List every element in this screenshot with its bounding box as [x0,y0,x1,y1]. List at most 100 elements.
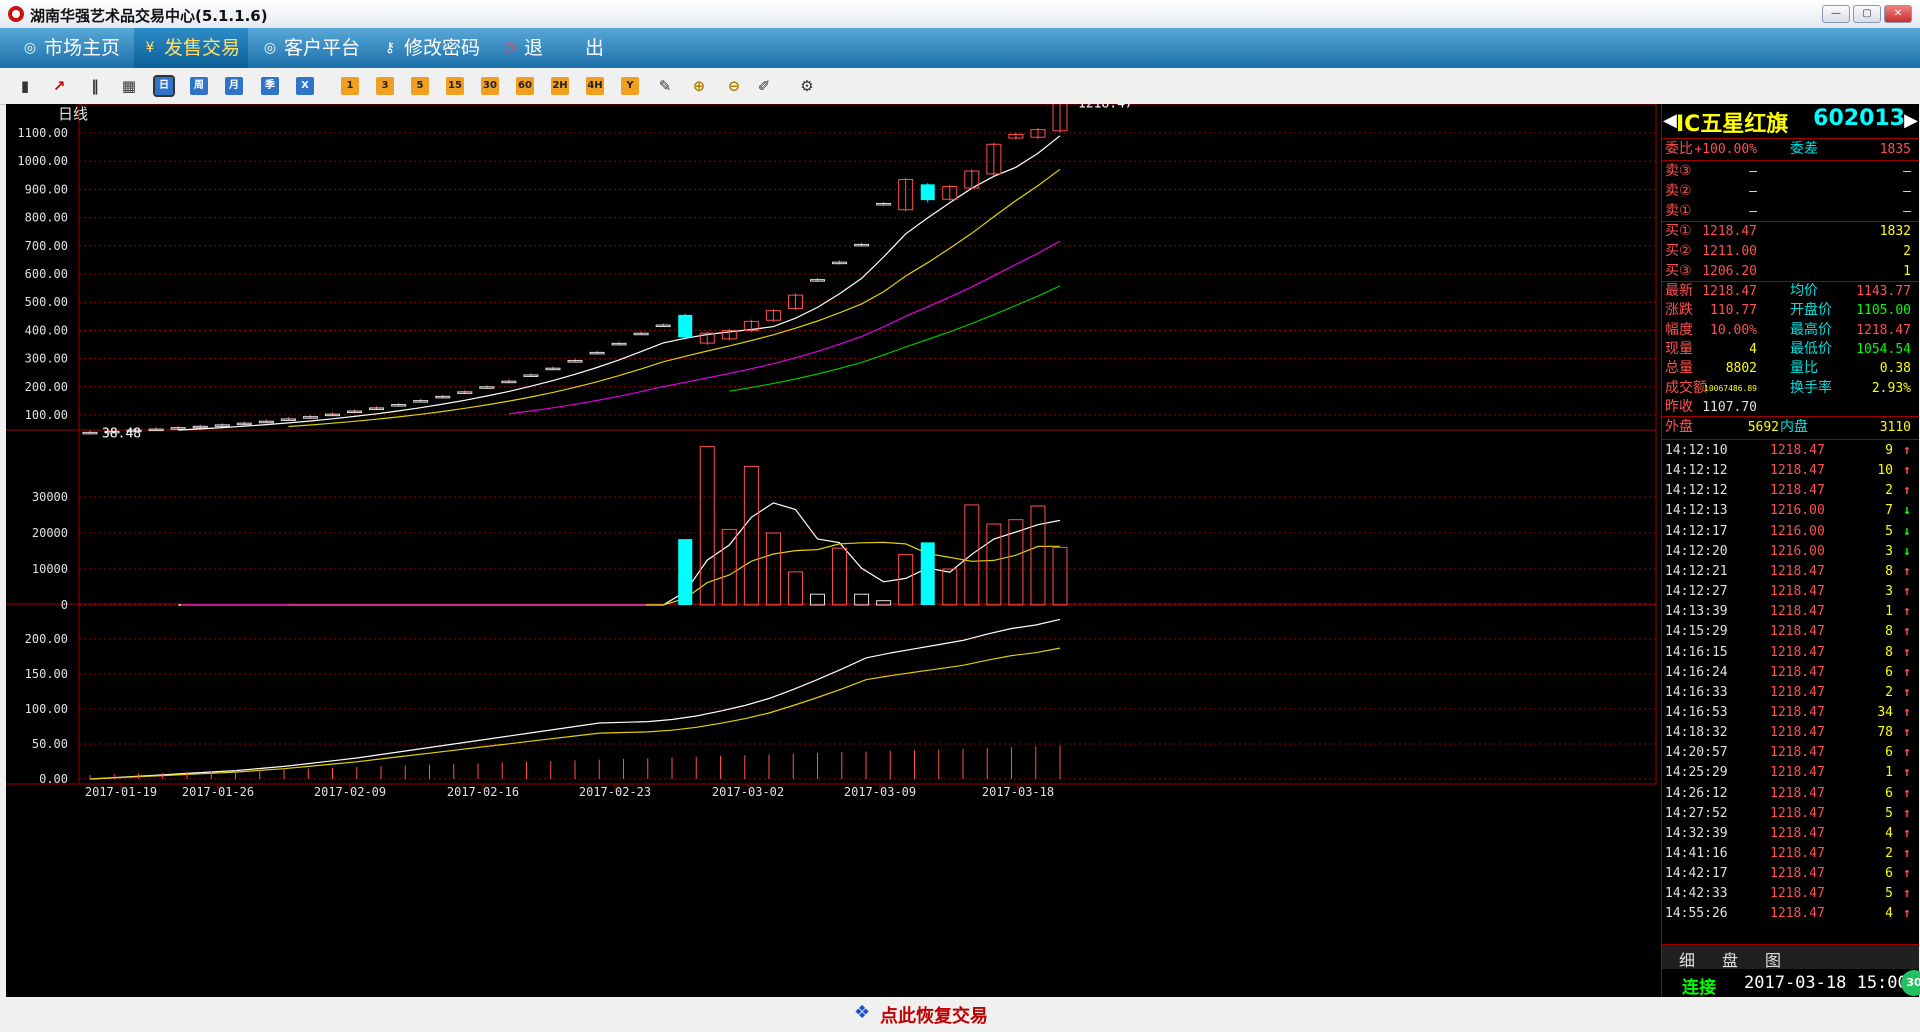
volume-bar-up [787,571,803,606]
year-button[interactable]: Y [621,77,639,95]
ma5-line [178,135,1061,431]
tick-row: 14:12:12 1218.47 10 ↑ [1662,461,1919,481]
tick-volume: 2 [1885,846,1893,861]
kline-chart[interactable]: 日线 1100.00 1000.00 900.00 800.00 700.00 600.0… [6,104,1661,997]
tick-direction-icon: ↓ [1903,523,1911,539]
gear-icon[interactable]: ⚙ [798,77,816,95]
minimize-button[interactable]: — [1822,5,1850,23]
tick-direction-icon: ↑ [1903,563,1911,579]
tick-direction-icon: ↓ [1903,543,1911,559]
minute-60-button[interactable]: 60 [516,77,534,95]
stat-label-2: 换手率 [1790,379,1832,396]
maximize-button[interactable]: ▢ [1853,5,1881,23]
menu-client-platform[interactable]: ◎ 客户平台 [254,28,368,68]
menu-issue-trade[interactable]: ¥ 发售交易 [134,28,249,68]
minute-3-button[interactable]: 3 [376,77,394,95]
stat-row: 昨收 1107.70 [1662,398,1919,417]
volume-bar-up [743,465,759,606]
close-button[interactable]: ✕ [1884,5,1912,23]
stat-value: 110.77 [1710,303,1757,319]
period-day-button[interactable]: 日 [153,75,175,97]
period-week-button[interactable]: 周 [190,77,208,95]
hour-4-button[interactable]: 4H [586,77,604,95]
line-chart-icon[interactable]: ↗ [50,77,68,95]
minute-5-button[interactable]: 5 [411,77,429,95]
buy-level-label: 买③ [1665,263,1692,279]
stat-value-2: 1143.77 [1856,284,1911,299]
candle-chart-icon[interactable]: ‖ [86,77,104,95]
refresh-badge[interactable]: 30 [1901,970,1920,996]
hour-2-button[interactable]: 2H [551,77,569,95]
tick-price: 1218.47 [1770,785,1825,801]
tick-direction-icon: ↑ [1903,906,1911,922]
price-tick-label: 1100.00 [17,126,68,140]
tick-volume: 5 [1885,805,1893,821]
tab-detail[interactable]: 细 [1672,947,1702,971]
app-logo-icon [8,6,24,22]
volume-bar-up [832,547,848,606]
tick-time: 14:27:52 [1665,805,1728,821]
tab-chart[interactable]: 图 [1758,947,1788,971]
calendar-icon[interactable]: ▦ [120,77,138,95]
tick-volume: 9 [1885,443,1893,458]
tick-row: 14:12:20 1216.00 3 ↓ [1662,542,1919,562]
sell-level-price: — [1749,204,1757,219]
sell-level-label: 卖① [1665,203,1692,219]
tick-volume: 1 [1885,765,1893,781]
menu-exit[interactable]: ⏻ 退 [494,28,551,68]
stat-label-2: 开盘价 [1790,302,1832,319]
webi-row: 委比 +100.00% 委差 1835 [1665,141,1911,157]
tick-row: 14:20:57 1218.47 6 ↑ [1662,743,1919,763]
tick-price: 1218.47 [1770,563,1825,579]
volume-bar-up [1030,505,1046,606]
tick-direction-icon: ↑ [1903,765,1911,781]
tick-row: 14:25:29 1218.47 1 ↑ [1662,763,1919,783]
zoom-out-icon[interactable]: ⊖ [725,77,743,95]
tick-row: 14:12:27 1218.47 3 ↑ [1662,582,1919,602]
tick-price: 1218.47 [1770,866,1825,882]
tick-price: 1218.47 [1770,664,1825,680]
stat-value: 4 [1749,341,1757,357]
tick-direction-icon: ↑ [1903,704,1911,720]
menu-change-password[interactable]: ⚷ 修改密码 [374,28,488,68]
edit-icon[interactable]: ✎ [656,77,674,95]
candle-body-down [920,184,935,201]
tick-volume: 4 [1885,825,1893,841]
period-month-button[interactable]: 月 [225,77,243,95]
minute-1-button[interactable]: 1 [341,77,359,95]
price-tick-label: 900.00 [25,182,68,196]
period-x-button[interactable]: X [296,77,314,95]
menu-market-home[interactable]: ◎ 市场主页 [14,28,128,68]
security-name: IC五星红旗 [1676,112,1789,137]
tick-direction-icon: ↑ [1903,846,1911,861]
stat-label-2: 量比 [1790,360,1818,377]
zoom-in-icon[interactable]: ⊕ [690,77,708,95]
tick-volume: 8 [1885,563,1893,579]
stat-row: 涨跌 110.77 开盘价 1105.00 [1662,301,1919,320]
period-quarter-button[interactable]: 季 [261,77,279,95]
stat-value: 1218.47 [1702,284,1757,299]
stat-row: 幅度 10.00% 最高价 1218.47 [1662,321,1919,340]
tab-book[interactable]: 盘 [1715,947,1745,971]
bar-chart-icon[interactable]: ▮ [16,77,34,95]
tick-price: 1218.47 [1770,886,1825,902]
menu-exit-2[interactable]: 出 [555,28,612,68]
tick-time: 14:13:39 [1665,604,1728,620]
tick-time: 14:12:13 [1665,503,1728,519]
stat-label: 成交额 [1665,379,1707,396]
tick-direction-icon: ↑ [1903,604,1911,620]
tick-volume: 3 [1885,584,1893,600]
volume-bar-up [854,593,870,606]
prev-arrow-icon[interactable]: ◀ [1663,110,1677,131]
sell-level-price: — [1749,164,1757,179]
minute-15-button[interactable]: 15 [446,77,464,95]
next-arrow-icon[interactable]: ▶ [1904,110,1918,131]
draw-icon[interactable]: ✐ [755,77,773,95]
tick-volume: 6 [1885,664,1893,680]
restore-trade-link[interactable]: ❖ 点此恢复交易 [854,1002,988,1028]
minute-30-button[interactable]: 30 [481,77,499,95]
ma10-line [288,168,1061,428]
status-line: 连接 2017-03-18 15:00 30 [1662,970,1920,998]
main-area: 日线 1100.00 1000.00 900.00 800.00 700.00 600.0… [6,104,1920,998]
price-tick-label: 600.00 [25,267,68,281]
